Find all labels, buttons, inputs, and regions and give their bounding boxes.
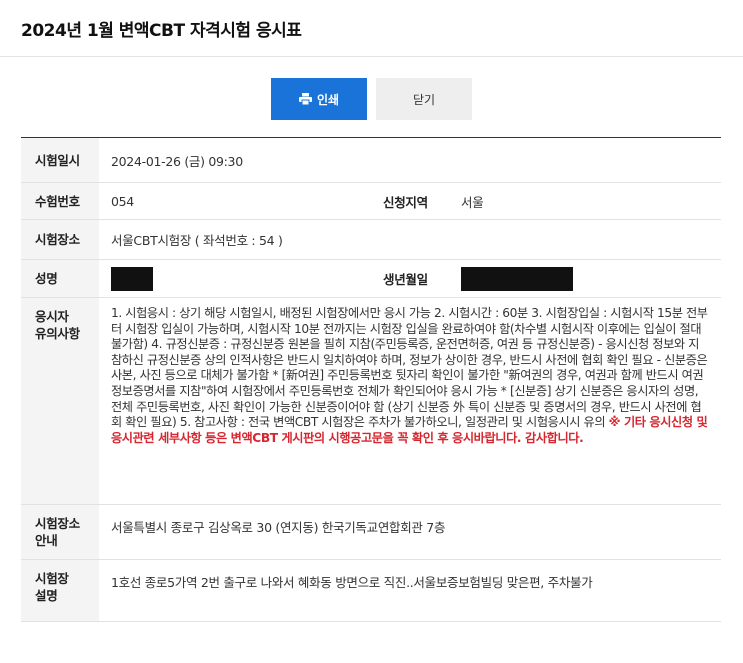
birth-label: 생년월일 [383, 272, 428, 287]
row-datetime: 시험일시 2024-01-26 (금) 09:30 [21, 138, 721, 183]
notice-label: 응시자 유의사항 [21, 298, 99, 504]
name-redaction [111, 266, 153, 291]
datetime-label: 시험일시 [21, 138, 99, 182]
notice-label-line-2: 유의사항 [35, 326, 80, 341]
venue-guide-label-line-2: 안내 [35, 533, 58, 548]
region-value: 서울 [461, 194, 484, 210]
print-button[interactable]: 인쇄 [271, 78, 367, 120]
notice-label-line-1: 응시자 [35, 309, 69, 324]
venue-desc-label-line-2: 설명 [35, 588, 58, 603]
printer-icon [298, 93, 312, 105]
exam-number-label: 수험번호 [21, 183, 99, 219]
page-title: 2024년 1월 변액CBT 자격시험 응시표 [21, 20, 302, 41]
datetime-value: 2024-01-26 (금) 09:30 [111, 153, 243, 169]
row-name-birth: 성명 생년월일 [21, 260, 721, 298]
venue-guide-value: 서울특별시 종로구 김상옥로 30 (연지동) 한국기독교연합회관 7층 [111, 520, 446, 535]
venue-desc-label: 시험장 설명 [21, 560, 99, 621]
venue-value: 서울CBT시험장 ( 좌석번호 : 54 ) [111, 233, 283, 248]
venue-desc-value: 1호선 종로5가역 2번 출구로 나와서 혜화동 방면으로 직진..서울보증보험… [111, 575, 593, 590]
row-venue-desc: 시험장 설명 1호선 종로5가역 2번 출구로 나와서 혜화동 방면으로 직진.… [21, 560, 721, 622]
notice-text: 1. 시험응시 : 상기 해당 시험일시, 배정된 시험장에서만 응시 가능 2… [111, 306, 708, 430]
venue-desc-label-line-1: 시험장 [35, 571, 69, 586]
print-button-label: 인쇄 [316, 92, 340, 107]
region-label: 신청지역 [383, 194, 428, 210]
name-label: 성명 [21, 260, 99, 297]
birth-redaction [461, 266, 573, 291]
exam-number-value: 054 [111, 193, 134, 209]
venue-label: 시험장소 [21, 220, 99, 259]
row-number-region: 수험번호 054 신청지역 서울 [21, 183, 721, 220]
action-bar: 인쇄 닫기 [0, 78, 743, 120]
venue-guide-label: 시험장소 안내 [21, 505, 99, 559]
name-value [99, 260, 371, 297]
row-venue: 시험장소 서울CBT시험장 ( 좌석번호 : 54 ) [21, 220, 721, 260]
venue-guide-label-line-1: 시험장소 [35, 516, 80, 531]
close-button[interactable]: 닫기 [376, 78, 472, 120]
exam-ticket-table: 시험일시 2024-01-26 (금) 09:30 수험번호 054 신청지역 … [21, 137, 721, 622]
birth-value [449, 260, 721, 297]
row-venue-guide: 시험장소 안내 서울특별시 종로구 김상옥로 30 (연지동) 한국기독교연합회… [21, 505, 721, 560]
page-header: 2024년 1월 변액CBT 자격시험 응시표 [0, 0, 743, 57]
row-notice: 응시자 유의사항 1. 시험응시 : 상기 해당 시험일시, 배정된 시험장에서… [21, 298, 721, 505]
notice-value: 1. 시험응시 : 상기 해당 시험일시, 배정된 시험장에서만 응시 가능 2… [99, 298, 721, 504]
